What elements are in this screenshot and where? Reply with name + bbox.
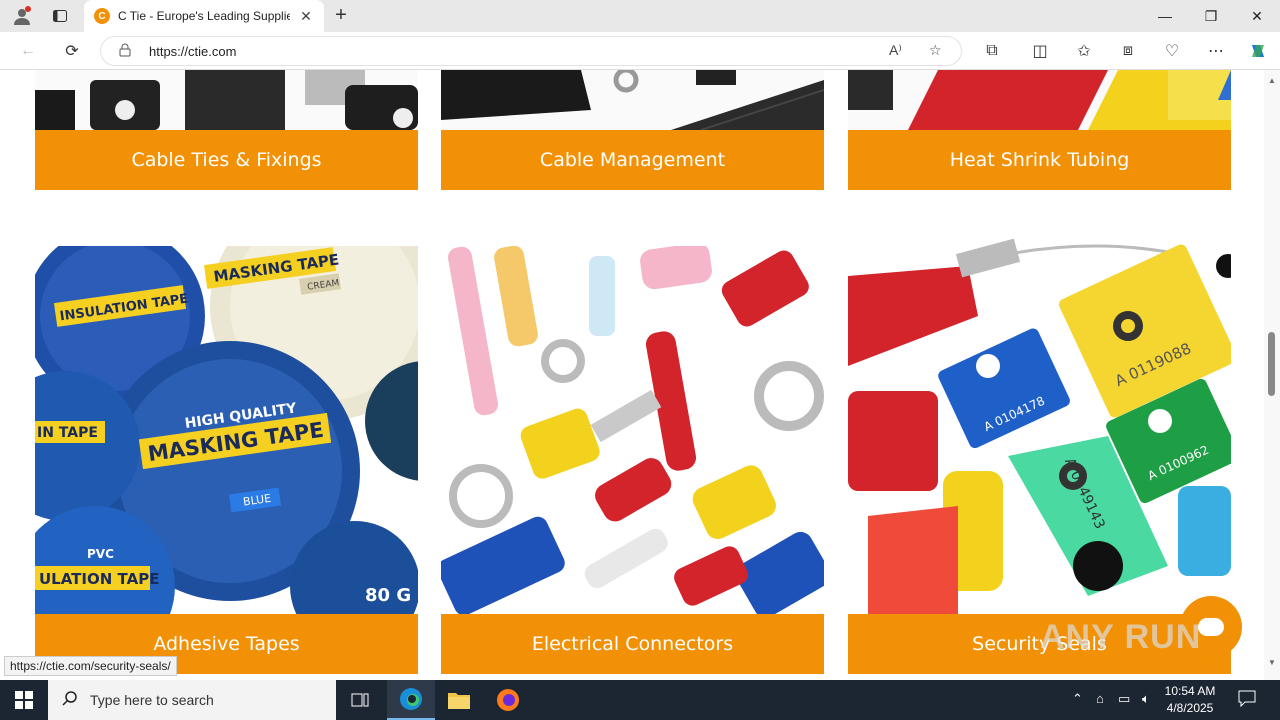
category-label[interactable]: Cable Ties & Fixings: [35, 130, 418, 190]
active-tab[interactable]: C C Tie - Europe's Leading Supplier ✕: [84, 0, 324, 32]
clock-date: 4/8/2025: [1166, 701, 1214, 715]
firefox-icon[interactable]: [484, 680, 532, 720]
tape-label: 80 G: [365, 585, 411, 606]
category-card-cable-ties[interactable]: Cable Ties & Fixings: [35, 70, 418, 190]
category-card-adhesive-tapes[interactable]: INSULATION TAPE MASKING TAPE HIGH QUALIT…: [35, 246, 418, 680]
ctie-favicon-icon: C: [94, 8, 110, 24]
security-seals-image: A 0104178 A 0119088 A 0100962 A 0149143: [848, 236, 1231, 614]
split-screen-icon[interactable]: ◫: [1028, 39, 1052, 63]
category-card-electrical-connectors[interactable]: Electrical Connectors: [441, 246, 824, 680]
address-bar[interactable]: https://ctie.com A⁾ ☆: [100, 36, 962, 66]
tab-actions-icon[interactable]: [48, 4, 72, 28]
performance-icon[interactable]: ♡: [1160, 39, 1184, 63]
collections-icon[interactable]: ⧈: [1116, 39, 1140, 63]
cable-management-image: [441, 70, 824, 130]
network-icon[interactable]: ▭: [1118, 691, 1130, 707]
cable-ties-image: [35, 70, 418, 130]
category-label[interactable]: Heat Shrink Tubing: [848, 130, 1231, 190]
tab-close-icon[interactable]: ✕: [298, 8, 314, 25]
search-icon: [62, 690, 78, 711]
tape-label: ULATION TAPE: [39, 570, 159, 588]
file-explorer-icon[interactable]: [435, 680, 483, 720]
taskbar: Type here to search ⌃ ⌂ ▭ 🔈︎ 10:54 AM 4/…: [0, 680, 1280, 720]
category-label[interactable]: Electrical Connectors: [441, 614, 824, 674]
notifications-icon[interactable]: [1238, 689, 1256, 710]
page-scrollbar[interactable]: ▲ ▼: [1264, 70, 1280, 680]
tray-chevron-icon[interactable]: ⌃: [1072, 691, 1083, 707]
adhesive-tapes-image: INSULATION TAPE MASKING TAPE HIGH QUALIT…: [35, 246, 418, 614]
refresh-icon[interactable]: ⟳: [60, 39, 84, 63]
scroll-thumb[interactable]: [1268, 332, 1275, 396]
new-tab-button[interactable]: +: [330, 4, 352, 26]
category-label[interactable]: Cable Management: [441, 130, 824, 190]
heat-shrink-image: [848, 70, 1231, 130]
tape-label: PVC: [87, 547, 114, 561]
windows-start-icon[interactable]: [0, 680, 48, 720]
taskbar-search[interactable]: Type here to search: [48, 680, 336, 720]
edge-taskbar-icon[interactable]: [387, 680, 435, 720]
read-aloud-icon[interactable]: A⁾: [889, 42, 902, 59]
url-text: https://ctie.com: [149, 44, 237, 59]
task-view-icon[interactable]: [336, 680, 384, 720]
watermark-text: ANY RUN: [1040, 618, 1202, 656]
close-window-icon[interactable]: ✕: [1234, 0, 1280, 32]
back-icon[interactable]: ←: [16, 39, 40, 63]
tab-strip: C C Tie - Europe's Leading Supplier ✕ + …: [0, 0, 1280, 32]
lock-icon: [119, 43, 131, 60]
tab-title: C Tie - Europe's Leading Supplier: [118, 9, 290, 23]
category-card-cable-management[interactable]: Cable Management: [441, 70, 824, 190]
favorite-star-icon[interactable]: ☆: [929, 42, 942, 59]
more-menu-icon[interactable]: ⋯: [1204, 39, 1228, 63]
toolbar: ← ⟳ https://ctie.com A⁾ ☆ ⧉ ◫ ✩ ⧈ ♡ ⋯: [0, 32, 1280, 70]
copilot-icon[interactable]: [1246, 39, 1270, 63]
extensions-icon[interactable]: ⧉: [980, 39, 1004, 63]
minimize-icon[interactable]: —: [1142, 0, 1188, 32]
category-card-security-seals[interactable]: A 0104178 A 0119088 A 0100962 A 0149143: [848, 236, 1231, 680]
status-url: https://ctie.com/security-seals/: [4, 656, 177, 676]
search-placeholder: Type here to search: [90, 692, 214, 708]
network-device-icon[interactable]: ⌂: [1096, 691, 1104, 706]
page-content: Cable Ties & Fixings Cable Management He…: [0, 70, 1264, 680]
clock-time: 10:54 AM: [1164, 684, 1216, 698]
scroll-down-icon[interactable]: ▼: [1266, 658, 1278, 670]
category-card-heat-shrink[interactable]: Heat Shrink Tubing: [848, 70, 1231, 190]
volume-icon[interactable]: 🔈︎: [1142, 691, 1150, 707]
favorites-icon[interactable]: ✩: [1072, 39, 1096, 63]
chat-icon: [1198, 618, 1224, 636]
restore-icon[interactable]: ❐: [1188, 0, 1234, 32]
scroll-up-icon[interactable]: ▲: [1266, 76, 1278, 88]
profile-icon[interactable]: [10, 4, 34, 28]
electrical-connectors-image: [441, 246, 824, 614]
tape-label: IN TAPE: [37, 425, 98, 441]
taskbar-clock[interactable]: 10:54 AM 4/8/2025: [1160, 683, 1220, 717]
